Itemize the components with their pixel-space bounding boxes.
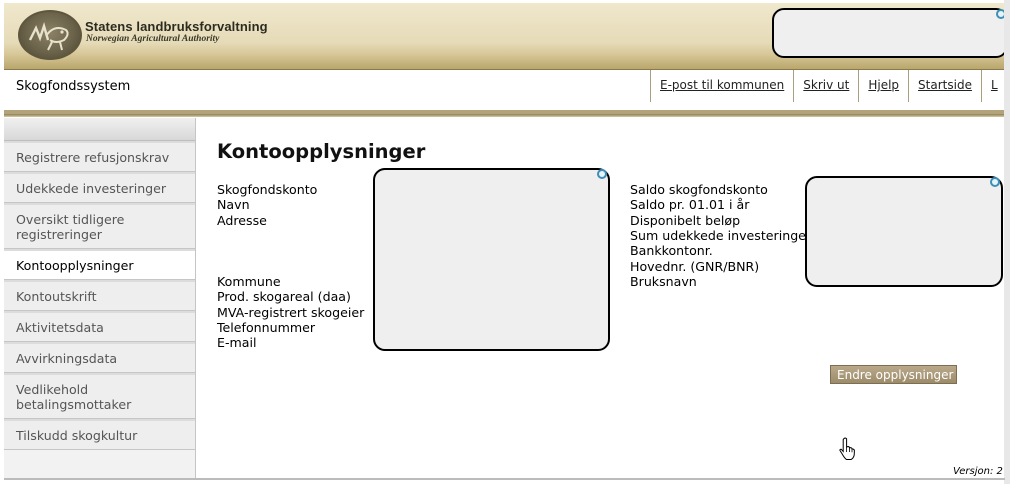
org-title: Statens landbruksforvaltning [85, 19, 268, 34]
label-phone: Telefonnummer [217, 320, 316, 335]
sidebar-item-register-refund[interactable]: Registrere refusjonskrav [4, 141, 195, 172]
redaction-tag-icon [597, 169, 607, 179]
logo-emblem-icon [28, 21, 69, 51]
navbar-divider [4, 114, 1005, 117]
sidebar-item-previous-registrations[interactable]: Oversikt tidligere registreringer [4, 203, 195, 249]
label-bank-account: Bankkontonr. [630, 243, 713, 258]
sidebar-item-activity-data[interactable]: Aktivitetsdata [4, 311, 195, 342]
nav-link-home[interactable]: Startside [908, 70, 981, 102]
nav-link-help[interactable]: Hjelp [858, 70, 908, 102]
nav-link-print[interactable]: Skriv ut [793, 70, 858, 102]
page: Statens landbruksforvaltning Norwegian A… [0, 0, 1010, 484]
top-navbar: Skogfondssystem E-post til kommunen Skri… [4, 70, 1005, 114]
label-municipality: Kommune [217, 274, 281, 289]
redacted-area-balance-details [805, 176, 1003, 287]
sidebar: Registrere refusjonskrav Udekkede invest… [4, 118, 196, 478]
label-productive-forest-area: Prod. skogareal (daa) [217, 289, 351, 304]
nav-link-logout[interactable]: L [980, 70, 1007, 102]
org-logo [18, 10, 82, 60]
nav-links: E-post til kommunen Skriv ut Hjelp Start… [650, 70, 1007, 102]
window-edge-scrollbar[interactable] [1004, 0, 1010, 484]
sidebar-item-logging-data[interactable]: Avvirkningsdata [4, 342, 195, 373]
label-name: Navn [217, 197, 250, 212]
redacted-area-header [772, 8, 1008, 58]
label-property-number: Hovednr. (GNR/BNR) [630, 259, 760, 274]
bottom-border [4, 478, 1005, 480]
label-balance-jan1: Saldo pr. 01.01 i år [630, 197, 750, 212]
redaction-tag-icon [990, 177, 1000, 187]
label-email: E-mail [217, 335, 257, 350]
label-vat-registered: MVA-registrert skogeier [217, 305, 365, 320]
sidebar-item-account-statement[interactable]: Kontoutskrift [4, 280, 195, 311]
label-forest-fund-account: Skogfondskonto [217, 182, 318, 197]
sidebar-header [4, 118, 195, 141]
nav-link-email-municipality[interactable]: E-post til kommunen [650, 70, 793, 102]
version-label: Versjon: 2 [953, 466, 1003, 477]
system-name: Skogfondssystem [16, 79, 131, 94]
org-subtitle: Norwegian Agricultural Authority [86, 34, 220, 44]
mouse-pointer-icon [838, 437, 856, 465]
label-address: Adresse [217, 213, 267, 228]
sidebar-item-payment-recipient[interactable]: Vedlikehold betalingsmottaker [4, 373, 195, 419]
label-available-amount: Disponibelt beløp [630, 213, 741, 228]
sidebar-item-account-info[interactable]: Kontoopplysninger [4, 249, 195, 280]
sidebar-item-forest-culture-grant[interactable]: Tilskudd skogkultur [4, 419, 195, 450]
label-sum-uncovered: Sum udekkede investeringer [630, 228, 812, 243]
edit-info-button[interactable]: Endre opplysninger [830, 365, 957, 384]
page-title: Kontoopplysninger [217, 140, 426, 163]
sidebar-item-uncovered-investments[interactable]: Udekkede investeringer [4, 172, 195, 203]
label-property-name: Bruksnavn [630, 274, 697, 289]
redacted-area-account-details [373, 168, 610, 351]
label-fund-balance: Saldo skogfondskonto [630, 182, 768, 197]
